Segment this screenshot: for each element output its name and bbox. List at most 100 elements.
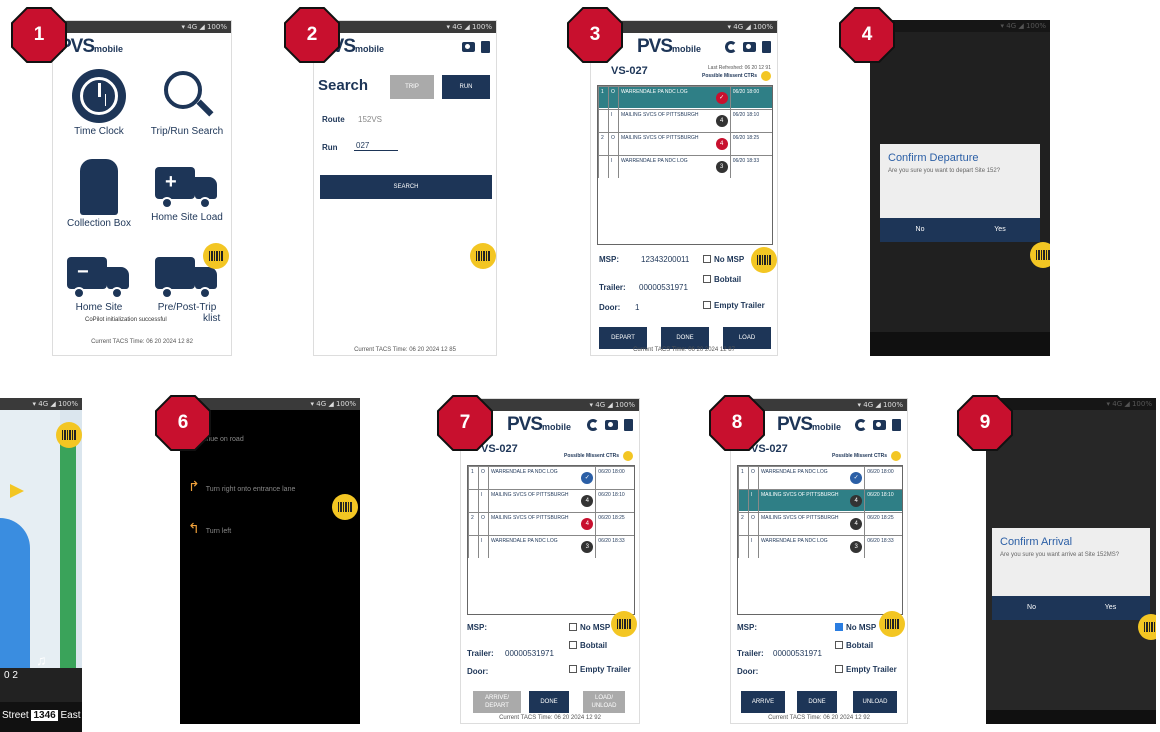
- site-cell: MAILING SVCS OF PITTSBURGH: [488, 513, 579, 535]
- barcode-scan-button[interactable]: [879, 611, 905, 637]
- group-cell: 1: [738, 467, 748, 489]
- empty-trailer-checkbox[interactable]: Empty Trailer: [569, 665, 631, 674]
- container-count-badge[interactable]: ✓: [715, 92, 728, 104]
- group-cell: 1: [598, 87, 608, 109]
- barcode-icon: [62, 430, 76, 440]
- home-site-tile[interactable]: − Home Site: [57, 249, 141, 313]
- book-icon[interactable]: [481, 41, 490, 53]
- container-count-badge[interactable]: 3: [715, 161, 728, 173]
- run-input[interactable]: 027: [354, 141, 398, 151]
- camera-icon[interactable]: [743, 42, 756, 52]
- done-button[interactable]: DONE: [529, 691, 569, 713]
- book-icon[interactable]: [762, 41, 771, 53]
- container-count-badge[interactable]: 4: [715, 115, 728, 127]
- container-count-badge[interactable]: 4: [581, 495, 594, 507]
- no-msp-checkbox[interactable]: No MSP: [703, 255, 744, 264]
- table-row[interactable]: 1 O WARRENDALE PA NDC LOG 06/20 18:00 ✓: [468, 466, 634, 489]
- barcode-scan-button[interactable]: [751, 247, 777, 273]
- site-cell: WARRENDALE PA NDC LOG: [488, 467, 579, 489]
- time-cell: 06/20 18:33: [729, 156, 772, 178]
- refresh-icon[interactable]: [725, 41, 737, 53]
- volume-icon[interactable]: ♫: [36, 652, 47, 668]
- barcode-scan-button[interactable]: [56, 422, 82, 448]
- dialog-message: Are you sure you want to depart Site 152…: [888, 168, 1001, 174]
- no-button[interactable]: No: [992, 596, 1071, 620]
- bobtail-checkbox[interactable]: Bobtail: [569, 641, 607, 650]
- msp-value: 12343200011: [641, 255, 690, 264]
- group-cell: [468, 536, 478, 558]
- arrive-depart-button[interactable]: ARRIVE/ DEPART: [473, 691, 521, 713]
- container-count-badge[interactable]: 4: [850, 495, 863, 507]
- no-msp-checkbox[interactable]: No MSP: [835, 623, 876, 632]
- tab-trip[interactable]: TRIP: [390, 75, 434, 99]
- depart-button[interactable]: DEPART: [599, 327, 647, 349]
- table-row[interactable]: 2 O MAILING SVCS OF PITTSBURGH 06/20 18:25 4: [468, 512, 634, 535]
- yes-button[interactable]: Yes: [1071, 596, 1150, 620]
- camera-icon[interactable]: [873, 420, 886, 430]
- table-row[interactable]: I WARRENDALE PA NDC LOG 06/20 18:33 3: [468, 535, 634, 558]
- stops-table: 1 O WARRENDALE PA NDC LOG 06/20 18:00 ✓ I MAIL…: [737, 465, 903, 615]
- barcode-scan-button[interactable]: [611, 611, 637, 637]
- no-msp-checkbox[interactable]: No MSP: [569, 623, 610, 632]
- load-button[interactable]: LOAD: [723, 327, 771, 349]
- barcode-scan-button[interactable]: [203, 243, 229, 269]
- possible-missent-link[interactable]: Possible Missent CTRs: [832, 453, 887, 459]
- empty-trailer-checkbox[interactable]: Empty Trailer: [835, 665, 897, 674]
- warning-dot-icon: [761, 71, 771, 81]
- step-badge: 2: [283, 6, 341, 64]
- time-cell: 06/20 18:10: [595, 490, 634, 512]
- book-icon[interactable]: [892, 419, 901, 431]
- time-clock-tile[interactable]: Time Clock: [57, 69, 141, 137]
- camera-icon[interactable]: [605, 420, 618, 430]
- trip-run-search-tile[interactable]: Trip/Run Search: [145, 69, 229, 137]
- no-button[interactable]: No: [880, 218, 960, 242]
- search-button[interactable]: SEARCH: [320, 175, 492, 199]
- tab-run[interactable]: RUN: [442, 75, 490, 99]
- table-row[interactable]: I MAILING SVCS OF PITTSBURGH 06/20 18:10 4: [468, 489, 634, 512]
- unload-button[interactable]: UNLOAD: [853, 691, 897, 713]
- book-icon[interactable]: [624, 419, 633, 431]
- possible-missent-link[interactable]: Possible Missent CTRs: [564, 453, 619, 459]
- barcode-scan-button[interactable]: [332, 494, 358, 520]
- time-cell: 06/20 18:00: [595, 467, 634, 489]
- bobtail-checkbox[interactable]: Bobtail: [835, 641, 873, 650]
- done-button[interactable]: DONE: [797, 691, 837, 713]
- tacs-time: Current TACS Time: 06 20 2024 12 87: [633, 347, 735, 353]
- warning-dot-icon: [623, 451, 633, 461]
- step-badge: 8: [708, 394, 766, 452]
- container-count-badge[interactable]: ✓: [850, 472, 863, 484]
- truck-minus-icon: −: [67, 257, 131, 299]
- container-count-badge[interactable]: ✓: [581, 472, 594, 484]
- container-count-badge[interactable]: 4: [850, 518, 863, 530]
- collection-box-tile[interactable]: Collection Box: [57, 159, 141, 229]
- container-count-badge[interactable]: 3: [850, 541, 863, 553]
- done-button[interactable]: DONE: [661, 327, 709, 349]
- barcode-scan-button[interactable]: [1030, 242, 1050, 268]
- arrive-button[interactable]: ARRIVE: [741, 691, 785, 713]
- load-unload-button[interactable]: LOAD/ UNLOAD: [583, 691, 625, 713]
- container-count-badge[interactable]: 3: [581, 541, 594, 553]
- yes-button[interactable]: Yes: [960, 218, 1040, 242]
- klist-text: klist: [203, 313, 221, 324]
- container-count-badge[interactable]: 4: [715, 138, 728, 150]
- status-bar: ▾ 4G ◢ 100%: [314, 21, 496, 33]
- table-row[interactable]: I WARRENDALE PA NDC LOG 06/20 18:33 3: [738, 535, 902, 558]
- refresh-icon[interactable]: [855, 419, 867, 431]
- home-site-load-tile[interactable]: + Home Site Load: [145, 159, 229, 223]
- progress-bar: [60, 438, 76, 688]
- container-count-badge[interactable]: 4: [581, 518, 594, 530]
- table-row[interactable]: 1 O WARRENDALE PA NDC LOG 06/20 18:00 ✓: [738, 466, 902, 489]
- last-refreshed: Last Refreshed: 06 20 12 91: [707, 65, 771, 71]
- table-row[interactable]: I WARRENDALE PA NDC LOG 06/20 18:33 3: [598, 155, 772, 178]
- refresh-icon[interactable]: [587, 419, 599, 431]
- table-row[interactable]: I MAILING SVCS OF PITTSBURGH 06/20 18:10 4: [738, 489, 902, 512]
- table-row[interactable]: 2 O MAILING SVCS OF PITTSBURGH 06/20 18:25 4: [598, 132, 772, 155]
- bobtail-checkbox[interactable]: Bobtail: [703, 275, 741, 284]
- empty-trailer-checkbox[interactable]: Empty Trailer: [703, 301, 765, 310]
- camera-icon[interactable]: [462, 42, 475, 52]
- possible-missent-link[interactable]: Possible Missent CTRs: [702, 73, 757, 79]
- barcode-scan-button[interactable]: [470, 243, 496, 269]
- table-row[interactable]: I MAILING SVCS OF PITTSBURGH 06/20 18:10 4: [598, 109, 772, 132]
- table-row[interactable]: 2 O MAILING SVCS OF PITTSBURGH 06/20 18:25 4: [738, 512, 902, 535]
- table-row[interactable]: 1 O WARRENDALE PA NDC LOG 06/20 18:00 ✓: [598, 86, 772, 109]
